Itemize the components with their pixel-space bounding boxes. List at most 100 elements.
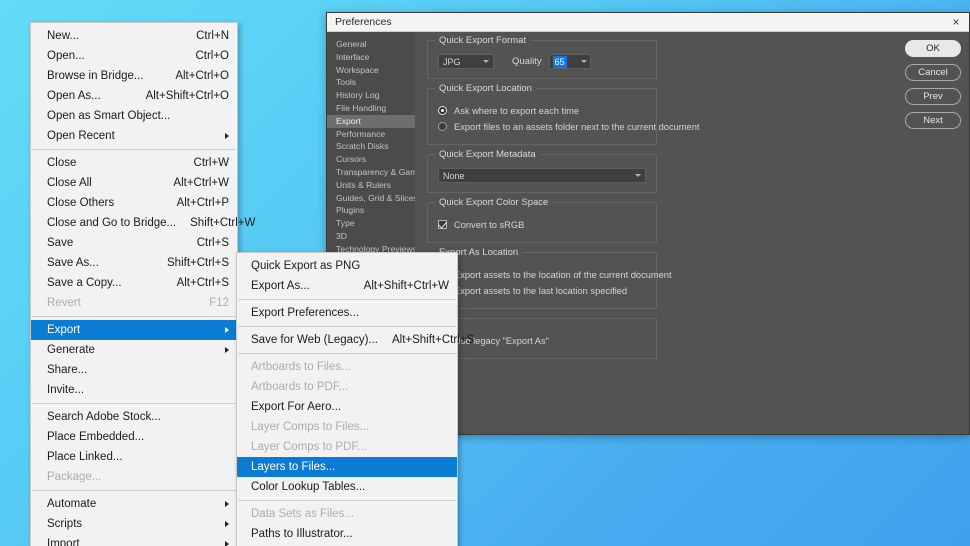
file-menu-item-save-a-copy[interactable]: Save a Copy... Alt+Ctrl+S	[31, 273, 237, 293]
radio-export-to-current-document-location[interactable]: Export assets to the location of the cur…	[438, 267, 646, 282]
file-menu-item-invite[interactable]: Invite...	[31, 380, 237, 400]
group-quick-export-location: Quick Export Location Ask where to expor…	[427, 88, 657, 145]
file-menu-item-place-linked[interactable]: Place Linked...	[31, 447, 237, 467]
sidebar-item-workspace[interactable]: Workspace	[327, 64, 415, 77]
sidebar-item-interface[interactable]: Interface	[327, 51, 415, 64]
menu-item-shortcut: Alt+Ctrl+W	[159, 173, 229, 193]
file-menu-item-open-as-smart-object[interactable]: Open as Smart Object...	[31, 106, 237, 126]
chevron-right-icon	[225, 133, 229, 139]
radio-icon	[438, 122, 447, 131]
sidebar-item-general[interactable]: General	[327, 38, 415, 51]
menu-separator	[238, 326, 456, 327]
chevron-right-icon	[225, 327, 229, 333]
file-menu-item-open-as[interactable]: Open As...Alt+Shift+Ctrl+O	[31, 86, 237, 106]
export-submenu-item-color-lookup-tables[interactable]: Color Lookup Tables...	[237, 477, 457, 497]
cancel-button[interactable]: Cancel	[905, 64, 961, 81]
sidebar-item-scratch-disks[interactable]: Scratch Disks	[327, 140, 415, 153]
menu-item-label: Save for Web (Legacy)...	[251, 330, 378, 350]
group-title-quick-export-metadata: Quick Export Metadata	[435, 149, 540, 160]
menu-item-shortcut: Ctrl+W	[180, 153, 229, 173]
format-select[interactable]: JPG	[438, 54, 494, 69]
sidebar-item-file-handling[interactable]: File Handling	[327, 102, 415, 115]
file-menu-item-import[interactable]: Import	[31, 534, 237, 546]
menu-item-shortcut: Ctrl+S	[183, 233, 229, 253]
quality-stepper[interactable]: 65	[549, 54, 591, 69]
file-menu-item-close-and-go-to-bridge[interactable]: Close and Go to Bridge...Shift+Ctrl+W	[31, 213, 237, 233]
menu-item-shortcut: Alt+Ctrl+S	[163, 273, 229, 293]
chevron-right-icon	[225, 501, 229, 507]
export-submenu-item-paths-to-illustrator[interactable]: Paths to Illustrator...	[237, 524, 457, 544]
file-menu-item-close-others[interactable]: Close OthersAlt+Ctrl+P	[31, 193, 237, 213]
close-icon[interactable]: ×	[949, 15, 963, 29]
preferences-titlebar: Preferences ×	[327, 13, 969, 32]
sidebar-item-cursors[interactable]: Cursors	[327, 153, 415, 166]
preferences-title: Preferences	[335, 16, 949, 28]
file-menu-item-save[interactable]: Save Ctrl+S	[31, 233, 237, 253]
menu-separator	[32, 316, 236, 317]
chevron-down-icon	[635, 174, 641, 177]
sidebar-item-performance[interactable]: Performance	[327, 128, 415, 141]
sidebar-item-transparency-gamut[interactable]: Transparency & Gamut	[327, 166, 415, 179]
sidebar-item-type[interactable]: Type	[327, 217, 415, 230]
prev-button[interactable]: Prev	[905, 88, 961, 105]
menu-item-label: Color Lookup Tables...	[251, 477, 365, 497]
export-submenu-item-save-for-web-legacy[interactable]: Save for Web (Legacy)...Alt+Shift+Ctrl+S	[237, 330, 457, 350]
group-title-quick-export-location: Quick Export Location	[435, 83, 536, 94]
menu-separator	[238, 500, 456, 501]
file-menu-item-search-adobe-stock[interactable]: Search Adobe Stock...	[31, 407, 237, 427]
export-submenu-item-quick-export-as-png[interactable]: Quick Export as PNG	[237, 256, 457, 276]
radio-export-to-assets-folder[interactable]: Export files to an assets folder next to…	[438, 119, 646, 134]
menu-item-shortcut: Alt+Shift+Ctrl+W	[350, 276, 449, 296]
menu-item-label: Package...	[47, 467, 101, 487]
file-menu-item-open[interactable]: Open...Ctrl+O	[31, 46, 237, 66]
ok-button[interactable]: OK	[905, 40, 961, 57]
file-menu-item-open-recent[interactable]: Open Recent	[31, 126, 237, 146]
sidebar-item-3d[interactable]: 3D	[327, 230, 415, 243]
sidebar-item-guides-grid-slices[interactable]: Guides, Grid & Slices	[327, 192, 415, 205]
file-menu-item-place-embedded[interactable]: Place Embedded...	[31, 427, 237, 447]
file-menu-item-share[interactable]: Share...	[31, 360, 237, 380]
radio-export-to-last-location[interactable]: Export assets to the last location speci…	[438, 283, 646, 298]
file-menu-item-browse-in-bridge[interactable]: Browse in Bridge...Alt+Ctrl+O	[31, 66, 237, 86]
metadata-select[interactable]: None	[438, 168, 646, 183]
next-button[interactable]: Next	[905, 112, 961, 129]
file-menu-item-generate[interactable]: Generate	[31, 340, 237, 360]
quality-value: 65	[553, 56, 567, 68]
export-submenu-item-artboards-to-pdf: Artboards to PDF...	[237, 377, 457, 397]
export-submenu-item-export-preferences[interactable]: Export Preferences...	[237, 303, 457, 323]
sidebar-item-plugins[interactable]: Plugins	[327, 204, 415, 217]
sidebar-item-history-log[interactable]: History Log	[327, 89, 415, 102]
menu-item-label: Share...	[47, 360, 87, 380]
menu-item-label: Open As...	[47, 86, 101, 106]
chevron-right-icon	[225, 521, 229, 527]
menu-item-label: Save a Copy...	[47, 273, 122, 293]
file-menu-item-close-all[interactable]: Close All Alt+Ctrl+W	[31, 173, 237, 193]
checkbox-convert-to-srgb[interactable]: Convert to sRGB	[438, 217, 646, 232]
menu-item-label: Data Sets as Files...	[251, 504, 354, 524]
file-menu-item-scripts[interactable]: Scripts	[31, 514, 237, 534]
export-submenu-item-export-as[interactable]: Export As... Alt+Shift+Ctrl+W	[237, 276, 457, 296]
quality-label: Quality	[512, 56, 542, 67]
checkbox-label: Convert to sRGB	[454, 220, 524, 230]
menu-item-label: Export As...	[251, 276, 310, 296]
menu-item-label: New...	[47, 26, 79, 46]
file-menu-item-new[interactable]: New...Ctrl+N	[31, 26, 237, 46]
menu-item-label: Invite...	[47, 380, 84, 400]
sidebar-item-tools[interactable]: Tools	[327, 76, 415, 89]
chevron-right-icon	[225, 347, 229, 353]
format-select-value: JPG	[443, 57, 461, 67]
file-menu-item-export[interactable]: Export	[31, 320, 237, 340]
export-submenu-item-export-for-aero[interactable]: Export For Aero...	[237, 397, 457, 417]
menu-item-label: Save	[47, 233, 73, 253]
file-menu-item-automate[interactable]: Automate	[31, 494, 237, 514]
export-submenu-item-layers-to-files[interactable]: Layers to Files...	[237, 457, 457, 477]
radio-label: Export assets to the location of the cur…	[454, 270, 672, 280]
file-menu-item-close[interactable]: CloseCtrl+W	[31, 153, 237, 173]
sidebar-item-export[interactable]: Export	[327, 115, 415, 128]
menu-item-label: Place Linked...	[47, 447, 122, 467]
file-menu-item-save-as[interactable]: Save As...Shift+Ctrl+S	[31, 253, 237, 273]
radio-ask-where-to-export[interactable]: Ask where to export each time	[438, 103, 646, 118]
chevron-down-icon	[483, 60, 489, 63]
menu-item-label: Close All	[47, 173, 92, 193]
sidebar-item-units-rulers[interactable]: Units & Rulers	[327, 179, 415, 192]
